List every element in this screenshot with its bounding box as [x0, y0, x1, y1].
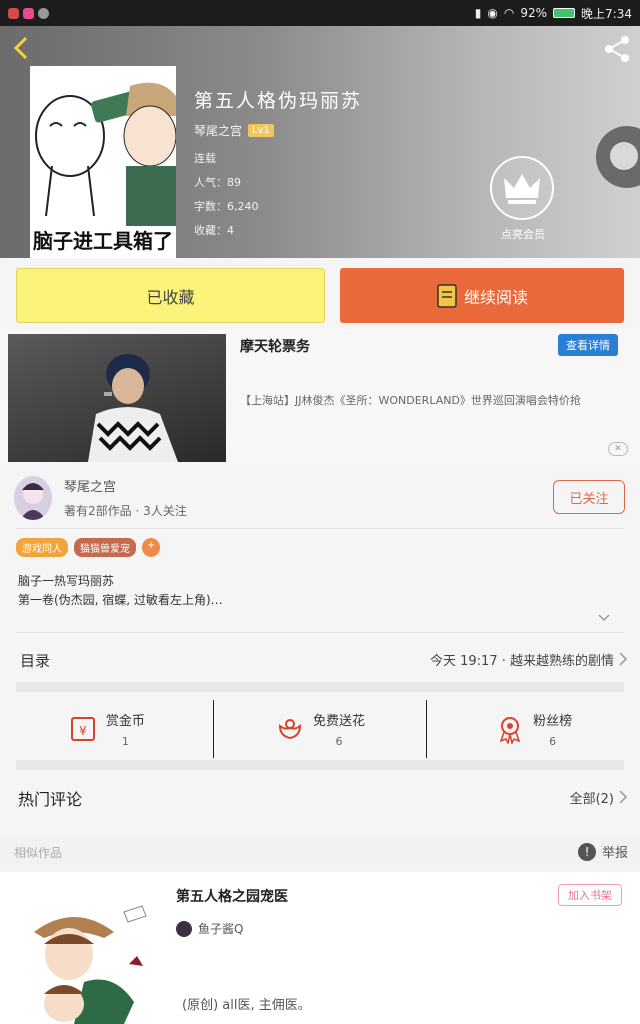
report-button[interactable]: ! 举报: [577, 842, 628, 861]
app-notification-icon: [8, 7, 19, 19]
similar-author-avatar: [176, 920, 192, 937]
word-count-label: 字数：: [194, 200, 227, 213]
table-of-contents-row[interactable]: 目录 今天 19:17 · 越来越熟练的剧情: [0, 638, 640, 680]
all-comments-link[interactable]: 全部(2): [570, 788, 614, 807]
similar-works-label: 相似作品: [14, 846, 63, 860]
author-row[interactable]: 琴尾之宫 著有2部作品 · 3人关注 已关注: [0, 470, 640, 526]
ad-image[interactable]: [8, 334, 226, 462]
word-count-value: 6,240: [227, 200, 259, 213]
share-icon[interactable]: [602, 34, 632, 64]
author-avatar[interactable]: [14, 476, 52, 520]
report-label: 举报: [601, 846, 628, 861]
toc-label: 目录: [20, 652, 51, 670]
summary-line: 第一卷(伪杰园, 宿蝶, 过敏看左上角)…: [18, 593, 223, 607]
singer-photo: [88, 354, 178, 462]
hot-comments-row[interactable]: 热门评论 全部(2): [0, 776, 640, 816]
notification-icons: [8, 7, 49, 19]
cover-caption: 脑子进工具箱了: [33, 229, 173, 253]
continue-reading-button[interactable]: 继续阅读: [340, 268, 624, 323]
favorites-value: 4: [227, 224, 234, 237]
favorites-label: 收藏：: [194, 224, 227, 237]
popularity-label: 人气：: [194, 176, 227, 189]
send-flower-button[interactable]: 免费送花 6: [212, 700, 427, 758]
latest-chapter[interactable]: 今天 19:17 · 越来越熟练的剧情: [430, 650, 614, 669]
svg-text:¥: ¥: [79, 724, 87, 738]
send-flower-label: 免费送花: [313, 714, 366, 729]
similar-work-description: (原创) all医, 主佣医。: [182, 998, 311, 1013]
floating-assist-button[interactable]: [596, 126, 640, 188]
status-bar: ▮ ◉ ◠ 92% 晚上7:34: [0, 0, 640, 26]
book-cover[interactable]: 脑子进工具箱了: [30, 66, 176, 258]
ad-close-icon[interactable]: ✕: [608, 442, 628, 456]
wifi-icon: ◠: [503, 6, 515, 20]
book-popularity: 人气：89: [194, 174, 241, 190]
book-word-count: 字数：6,240: [194, 198, 259, 214]
vip-button[interactable]: [490, 156, 554, 220]
continue-reading-label: 继续阅读: [463, 287, 528, 307]
hot-comments-label: 热门评论: [18, 790, 83, 809]
add-tag-button[interactable]: +: [142, 538, 161, 557]
signal-icon: ▮: [474, 6, 482, 20]
crown-icon: [504, 174, 540, 204]
app-notification-icon: [38, 7, 49, 19]
followed-button[interactable]: 已关注: [553, 480, 625, 514]
warning-icon: !: [577, 842, 596, 861]
app-notification-icon: [23, 7, 34, 19]
ad-detail-button[interactable]: 查看详情: [558, 334, 618, 356]
eye-icon: ◉: [487, 6, 498, 20]
battery-percent: 92%: [520, 6, 548, 20]
author-meta: 著有2部作品 · 3人关注: [64, 504, 187, 518]
fan-ranking-label: 粉丝榜: [533, 714, 573, 729]
favorited-button[interactable]: 已收藏: [16, 268, 325, 323]
similar-works-header: 相似作品 ! 举报: [0, 836, 640, 870]
avatar-illustration: [20, 483, 46, 520]
medal-icon: [499, 717, 521, 744]
chevron-right-icon: [619, 652, 628, 666]
similar-work-author[interactable]: 鱼子酱Q: [176, 920, 243, 937]
book-favorites: 收藏：4: [194, 222, 234, 238]
book-author-name[interactable]: 琴尾之宫: [194, 122, 242, 139]
back-icon[interactable]: [10, 34, 34, 62]
red-envelope-icon: ¥: [70, 717, 95, 741]
send-flower-count: 6: [335, 735, 343, 748]
book-icon: [437, 283, 457, 308]
chevron-down-icon[interactable]: [598, 612, 610, 624]
similar-cover-illustration: [34, 905, 147, 1024]
ad-description[interactable]: 【上海站】JJ林俊杰《圣所：WONDERLAND》世界巡回演唱会特价抢: [240, 392, 630, 410]
tag-list: 游戏同人 猫猫兽爱宠 +: [16, 538, 161, 557]
book-summary[interactable]: 脑子一热写玛丽苏 第一卷(伪杰园, 宿蝶, 过敏看左上角)…: [18, 572, 223, 610]
vip-label: 点亮会员: [501, 228, 545, 241]
tag-item[interactable]: 猫猫兽爱宠: [74, 538, 136, 557]
battery-icon: [553, 8, 576, 18]
reward-coin-label: 赏金币: [105, 714, 145, 729]
section-separator: [16, 760, 624, 770]
divider: [16, 632, 624, 633]
tag-item[interactable]: 游戏同人: [16, 538, 68, 557]
flower-icon: [278, 719, 302, 740]
section-separator: [16, 682, 624, 692]
fan-ranking-button[interactable]: 粉丝榜 6: [426, 700, 640, 758]
author-level-badge: Lv1: [248, 124, 274, 137]
book-status: 连载: [194, 152, 216, 165]
reward-coin-count: 1: [121, 735, 129, 748]
support-actions: ¥ 赏金币 1 免费送花 6 粉丝榜 6: [0, 700, 640, 758]
summary-line: 脑子一热写玛丽苏: [18, 574, 115, 588]
author-name[interactable]: 琴尾之宫: [64, 476, 116, 495]
chevron-right-icon: [619, 790, 628, 804]
popularity-value: 89: [227, 176, 241, 189]
book-header: 脑子进工具箱了 第五人格伪玛丽苏 琴尾之宫 Lv1 连载 人气：89 字数：6,…: [0, 26, 640, 258]
similar-work-cover[interactable]: [14, 882, 164, 1024]
similar-work-card[interactable]: 第五人格之园宠医 加入书架 鱼子酱Q (原创) all医, 主佣医。: [0, 872, 640, 1024]
add-to-shelf-button[interactable]: 加入书架: [558, 884, 622, 906]
book-title: 第五人格伪玛丽苏: [194, 90, 363, 112]
reward-coin-button[interactable]: ¥ 赏金币 1: [0, 700, 213, 758]
divider: [16, 528, 624, 529]
ad-banner[interactable]: 摩天轮票务 查看详情 【上海站】JJ林俊杰《圣所：WONDERLAND》世界巡回…: [0, 330, 640, 464]
similar-work-title[interactable]: 第五人格之园宠医: [176, 886, 288, 906]
fan-ranking-count: 6: [549, 735, 557, 748]
ad-title[interactable]: 摩天轮票务: [240, 336, 310, 356]
book-author[interactable]: 琴尾之宫 Lv1: [194, 122, 274, 139]
clock: 晚上7:34: [581, 6, 632, 21]
similar-author-name: 鱼子酱Q: [198, 922, 244, 936]
